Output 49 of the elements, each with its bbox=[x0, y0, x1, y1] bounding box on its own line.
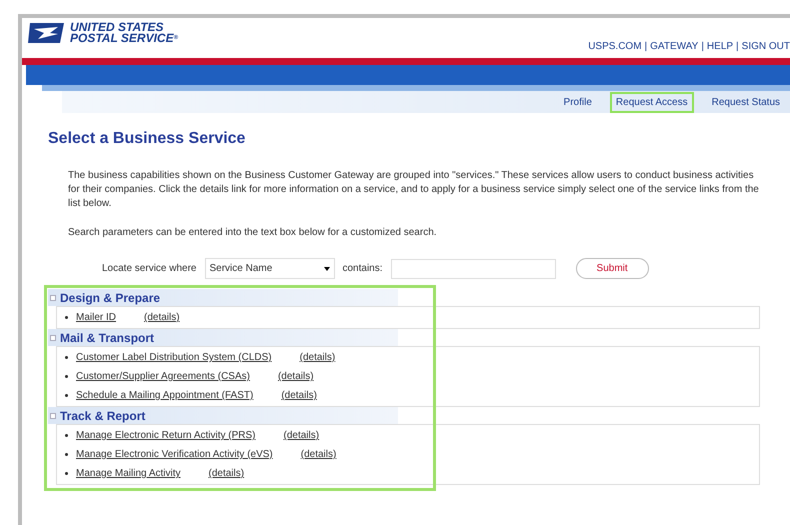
details-link[interactable]: (details) bbox=[208, 466, 244, 481]
details-link[interactable]: (details) bbox=[300, 447, 336, 462]
search-field[interactable] bbox=[390, 258, 556, 278]
collapse-icon[interactable] bbox=[50, 334, 56, 340]
service-link[interactable]: Mailer ID bbox=[76, 310, 116, 325]
link-separator: | bbox=[701, 40, 704, 54]
header-link[interactable]: USPS.COM bbox=[588, 39, 642, 54]
details-link[interactable]: (details) bbox=[278, 369, 314, 384]
dropdown-arrow-icon bbox=[324, 266, 330, 270]
service-link[interactable]: Manage Electronic Return Activity (PRS) bbox=[76, 428, 256, 443]
bullet-icon bbox=[65, 434, 68, 437]
collapse-icon[interactable] bbox=[50, 412, 56, 418]
header-link[interactable]: GATEWAY bbox=[650, 39, 698, 54]
nav-tab[interactable]: Profile bbox=[558, 92, 598, 112]
nav-tab[interactable]: Request Status bbox=[706, 92, 786, 112]
details-link[interactable]: (details) bbox=[144, 310, 180, 325]
bullet-icon bbox=[65, 316, 68, 319]
search-hint: Search parameters can be entered into the text box below for a customized search. bbox=[68, 226, 438, 240]
details-link[interactable]: (details) bbox=[281, 388, 317, 403]
service-link[interactable]: Manage Electronic Verification Activity (eVS) bbox=[76, 447, 273, 462]
link-separator: | bbox=[736, 40, 739, 54]
group-header[interactable]: Track & Report bbox=[48, 407, 398, 424]
contains-label: contains: bbox=[342, 262, 383, 276]
nav-tab[interactable]: Request Access bbox=[610, 92, 694, 112]
bullet-icon bbox=[65, 472, 68, 475]
eagle-logo-icon bbox=[28, 21, 66, 45]
header-link[interactable]: HELP bbox=[706, 39, 734, 54]
service-link[interactable]: Schedule a Mailing Appointment (FAST) bbox=[76, 388, 254, 403]
service-link[interactable]: Customer Label Distribution System (CLDS) bbox=[76, 350, 272, 365]
logo-text: POSTAL SERVICE$^{®}$ bbox=[70, 33, 178, 44]
bullet-icon bbox=[65, 375, 68, 378]
service-link[interactable]: Manage Mailing Activity bbox=[76, 466, 180, 481]
field-dropdown[interactable]: Service Name bbox=[204, 258, 334, 279]
group-header[interactable]: Mail & Transport bbox=[48, 329, 398, 346]
service-link[interactable]: Customer/Supplier Agreements (CSAs) bbox=[76, 369, 250, 384]
intro-paragraph: The business capabilities shown on the Business Customer Gateway are grouped into "services." These services allow users to conduct business activities for their companies. Click the details link for more information on a service, and to apply for a business service simply select one of the service links from the list below. bbox=[68, 169, 760, 211]
link-separator: | bbox=[644, 40, 648, 54]
page-title: Select a Business Service bbox=[48, 129, 246, 149]
search-label: Locate service where bbox=[102, 262, 196, 276]
collapse-icon[interactable] bbox=[50, 294, 56, 300]
logo-text: UNITED STATES bbox=[70, 22, 164, 33]
bullet-icon bbox=[65, 394, 68, 397]
details-link[interactable]: (details) bbox=[300, 350, 336, 365]
group-header[interactable]: Design & Prepare bbox=[48, 289, 398, 306]
details-link[interactable]: (details) bbox=[284, 428, 320, 443]
bullet-icon bbox=[65, 453, 68, 456]
bullet-icon bbox=[65, 356, 68, 359]
submit-button[interactable]: Submit bbox=[576, 258, 649, 279]
header-link[interactable]: SIGN OUT bbox=[742, 39, 790, 54]
